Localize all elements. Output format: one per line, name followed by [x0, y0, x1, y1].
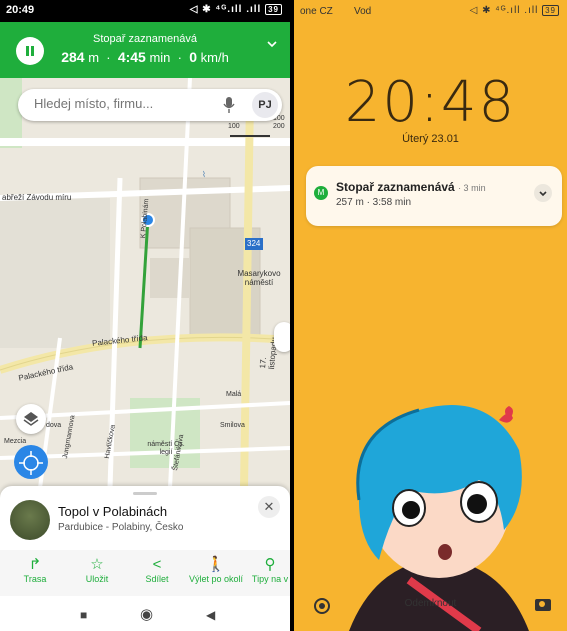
- camera-icon[interactable]: [535, 599, 551, 611]
- zoom-toggle-button[interactable]: [274, 322, 290, 352]
- compass-button[interactable]: [14, 445, 48, 479]
- svg-text:⌇: ⌇: [202, 170, 206, 179]
- home-icon[interactable]: ◉: [140, 605, 153, 623]
- tracking-bar[interactable]: Stopař zaznamenává 284 m · 4:45 min · 0 …: [0, 22, 290, 78]
- chevron-down-icon: [539, 191, 547, 197]
- tracking-title: Stopař zaznamenává: [93, 33, 197, 45]
- left-phone-mapy: 20:49 ◁ ✱ ⁴ᴳ.ıll .ıll 39 Stopař zaznamen…: [0, 0, 290, 631]
- share-button[interactable]: < Sdílet: [126, 556, 188, 584]
- status-icons: ◁ ✱ ⁴ᴳ.ıll .ıll 39: [470, 5, 559, 16]
- map-square-label: náměstí Čs. legií: [147, 441, 185, 456]
- close-button[interactable]: ✕: [258, 496, 280, 518]
- unlock-label: Odemknout: [404, 598, 457, 609]
- search-input[interactable]: [34, 96, 214, 111]
- place-actions: ↱ Trasa ☆ Uložit < Sdílet 🚶 Výlet po oko…: [0, 550, 290, 596]
- map-street-label: abřeží Závodu míru: [2, 193, 72, 202]
- battery-icon: 39: [542, 5, 559, 16]
- lock-date: Úterý 23.01: [402, 133, 459, 145]
- microphone-icon[interactable]: [223, 96, 235, 114]
- tracking-speed: 0: [189, 49, 197, 65]
- carrier-label: one CZ: [300, 6, 333, 17]
- tracking-duration: 4:45: [117, 49, 146, 65]
- place-address: Pardubice - Polabiny, Česko: [58, 522, 184, 533]
- chevron-down-icon[interactable]: [266, 38, 278, 50]
- notification-body: 257 m · 3:58 min: [336, 197, 412, 208]
- screenshot: 20:49 ◁ ✱ ⁴ᴳ.ıll .ıll 39 Stopař zaznamen…: [0, 0, 567, 631]
- map-street-label: dova: [46, 422, 62, 429]
- map-scale-100a: 100: [228, 123, 240, 130]
- battery-icon: 39: [265, 4, 282, 15]
- map-square-label: Masarykovo náměstí: [237, 269, 281, 287]
- map-street-label: Malá: [226, 391, 242, 398]
- app-icon: M: [314, 186, 328, 200]
- notification-card[interactable]: M Stopař zaznamenává · 3 min 257 m · 3:5…: [306, 166, 562, 226]
- android-nav-bar: ■ ◉ ◀: [0, 596, 290, 631]
- map-street-label: Smilova: [220, 422, 245, 429]
- notification-time: · 3 min: [458, 183, 486, 193]
- star-icon: ☆: [90, 556, 104, 573]
- sheet-handle[interactable]: [133, 492, 157, 495]
- map-scale-200: 200: [273, 123, 285, 130]
- tips-button[interactable]: ⚲ Tipy na v: [250, 556, 290, 584]
- recents-icon[interactable]: ■: [80, 608, 87, 622]
- status-time: 20:49: [6, 4, 35, 16]
- place-sheet: Topol v Polabinách Pardubice - Polabiny,…: [0, 486, 290, 596]
- map-street-label: Mezcia: [4, 438, 27, 445]
- trip-nearby-button[interactable]: 🚶 Výlet po okolí: [182, 556, 250, 584]
- layers-icon: [23, 412, 39, 426]
- share-icon: <: [152, 556, 162, 573]
- pin-icon: ⚲: [264, 556, 276, 573]
- hiker-icon: 🚶: [206, 556, 226, 573]
- lock-clock: 20:48: [344, 70, 517, 135]
- search-bar[interactable]: PJ: [18, 89, 282, 121]
- status-bar: 20:49 ◁ ✱ ⁴ᴳ.ıll .ıll 39: [0, 0, 290, 22]
- notification-title: Stopař zaznamenává · 3 min: [336, 180, 486, 194]
- avatar[interactable]: PJ: [252, 92, 278, 118]
- layers-button[interactable]: [16, 404, 46, 434]
- location-crosshair-icon: [19, 451, 43, 475]
- close-icon: ✕: [263, 499, 275, 514]
- route-icon: ↱: [28, 556, 42, 573]
- place-name: Topol v Polabinách: [58, 504, 168, 519]
- route-button[interactable]: ↱ Trasa: [4, 556, 66, 584]
- place-photo[interactable]: [10, 500, 50, 540]
- right-phone-lockscreen: one CZ Vod ◁ ✱ ⁴ᴳ.ıll .ıll 39 20:48 Úter…: [294, 0, 567, 631]
- tracking-distance: 284: [61, 49, 85, 65]
- carrier-label: Vod: [354, 6, 372, 17]
- road-number-badge: 324: [247, 239, 261, 248]
- save-button[interactable]: ☆ Uložit: [66, 556, 128, 584]
- expand-button[interactable]: [534, 184, 552, 202]
- wallpaper-illustration: [349, 405, 529, 631]
- status-bar: one CZ Vod ◁ ✱ ⁴ᴳ.ıll .ıll 39: [294, 0, 567, 22]
- back-icon[interactable]: ◀: [206, 608, 215, 622]
- status-icons: ◁ ✱ ⁴ᴳ.ıll .ıll 39: [190, 4, 282, 15]
- tracking-stats: 284 m · 4:45 min · 0 km/h: [61, 49, 229, 65]
